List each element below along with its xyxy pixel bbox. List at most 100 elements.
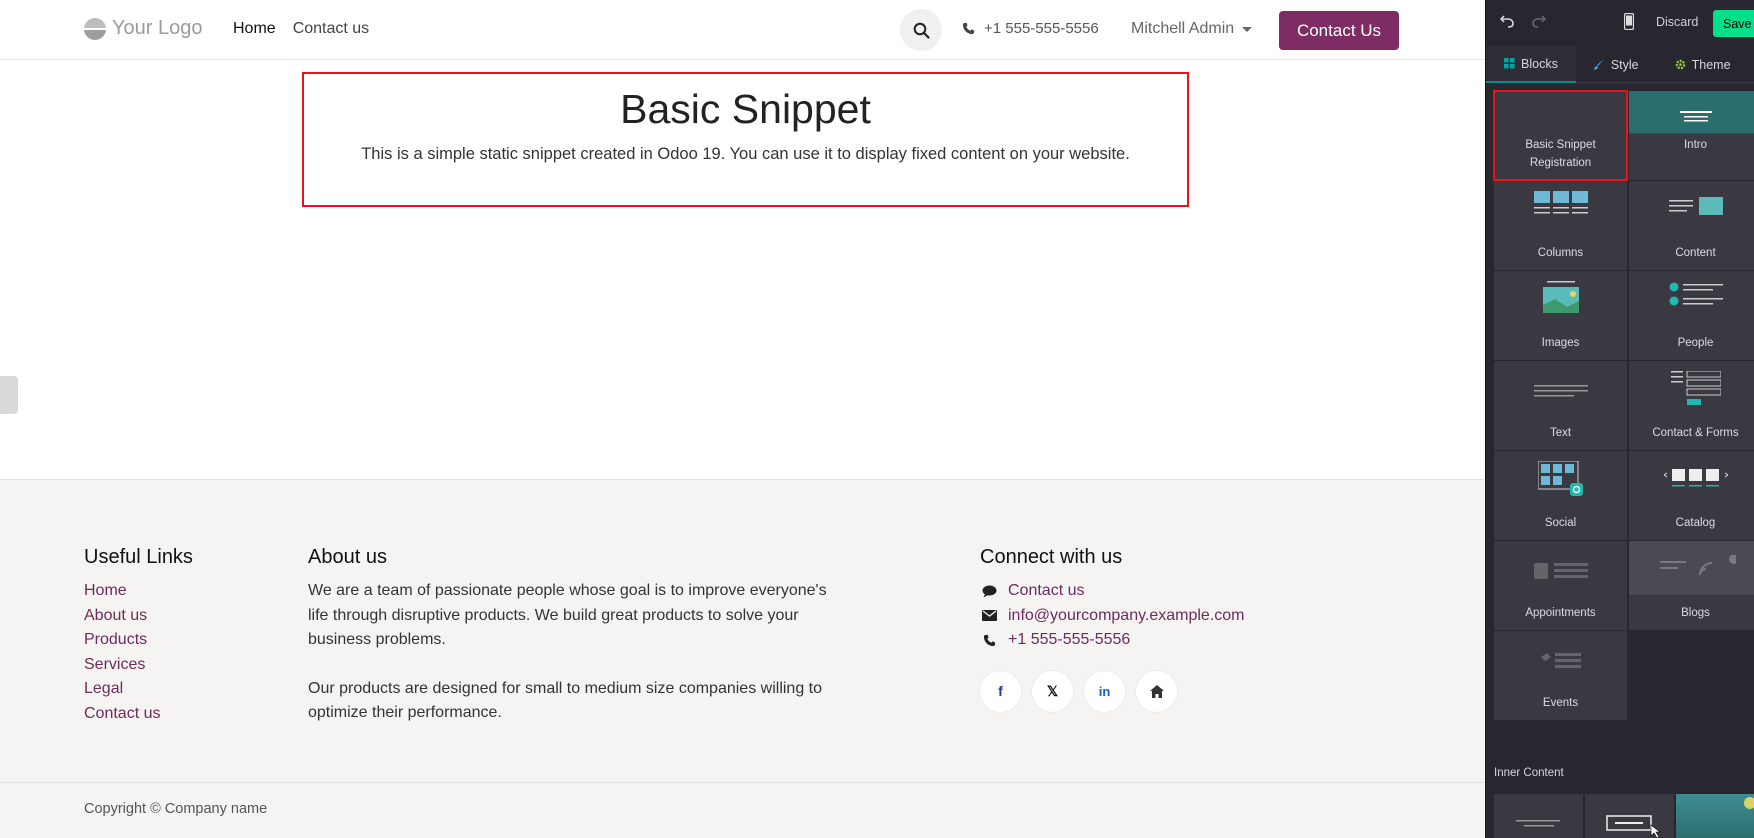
site-header: Your Logo Home Contact us +1 555-555-555… [0,0,1484,60]
inner-block-image[interactable] [1676,794,1754,838]
footer-divider [0,782,1484,783]
block-events[interactable]: Events [1494,631,1627,720]
nav-contact-us[interactable]: Contact us [293,20,369,38]
footer-about: About us We are a team of passionate peo… [308,546,848,726]
social-thumbnail-icon [1494,461,1627,497]
side-toggle-tab[interactable] [0,376,18,414]
block-label: Catalog [1675,517,1716,529]
website-preview: Your Logo Home Contact us +1 555-555-555… [0,0,1484,838]
block-intro[interactable]: Intro [1629,91,1754,180]
useful-links-heading: Useful Links [84,546,193,568]
connect-phone-row: +1 555-555-5556 [980,628,1245,653]
social-links: f 𝕏 in [980,670,1245,712]
comment-icon [980,585,998,598]
tab-blocks[interactable]: Blocks [1486,46,1576,83]
connect-phone-link[interactable]: +1 555-555-5556 [1008,631,1130,649]
facebook-icon[interactable]: f [980,670,1021,712]
block-people[interactable]: People [1629,271,1754,360]
block-blogs[interactable]: Blogs [1629,541,1754,630]
text-thumbnail-icon [1494,385,1627,399]
footer-link-legal[interactable]: Legal [84,677,193,702]
block-label: Images [1541,337,1580,349]
block-columns[interactable]: Columns [1494,181,1627,270]
block-label: Text [1549,427,1572,439]
tab-style[interactable]: Style [1576,46,1657,83]
envelope-icon [980,610,998,622]
editor-toolbar: Discard Save [1486,0,1754,46]
block-contact-forms[interactable]: Contact & Forms [1629,361,1754,450]
tab-theme[interactable]: Theme [1657,46,1749,83]
phone-icon [980,634,998,647]
block-label: Intro [1683,139,1707,151]
site-logo[interactable]: Your Logo [84,17,202,40]
editor-tabs: Blocks Style Theme [1486,46,1754,83]
discard-button[interactable]: Discard [1656,15,1698,29]
footer-useful-links: Useful Links Home About us Products Serv… [84,546,193,726]
user-menu[interactable]: Mitchell Admin [1131,20,1253,38]
inner-block-button[interactable] [1585,794,1674,838]
block-appointments[interactable]: Appointments [1494,541,1627,630]
header-phone[interactable]: +1 555-555-5556 [962,20,1099,37]
inner-content-row [1494,794,1754,838]
footer-connect: Connect with us Contact us info@yourcomp… [980,546,1245,712]
home-icon[interactable] [1136,670,1177,712]
block-content[interactable]: Content [1629,181,1754,270]
footer-link-services[interactable]: Services [84,653,193,678]
undo-icon[interactable] [1499,13,1514,32]
block-label: People [1677,337,1714,349]
footer-link-home[interactable]: Home [84,579,193,604]
block-basic-snippet-registration[interactable]: Basic Snippet Registration [1493,90,1628,181]
inner-block-text[interactable] [1494,794,1583,838]
block-images[interactable]: Images [1494,271,1627,360]
snippet-body: This is a simple static snippet created … [361,145,1130,163]
brush-icon [1593,59,1604,70]
footer-link-about[interactable]: About us [84,604,193,629]
block-catalog[interactable]: Catalog [1629,451,1754,540]
block-label: Columns [1537,247,1584,259]
nav-home[interactable]: Home [233,20,276,38]
tab-style-label: Style [1610,57,1639,72]
site-footer: Useful Links Home About us Products Serv… [0,479,1484,838]
save-button[interactable]: Save [1713,10,1754,37]
block-label: Events [1542,697,1579,709]
logo-text: Your Logo [112,17,203,39]
block-social[interactable]: Social [1494,451,1627,540]
footer-link-products[interactable]: Products [84,628,193,653]
connect-contact-row: Contact us [980,579,1245,604]
mobile-preview-icon[interactable] [1623,12,1635,34]
logo-icon [84,17,106,40]
catalog-thumbnail-icon [1629,467,1754,491]
about-paragraph-2: Our products are designed for small to m… [308,679,823,722]
block-label: Blogs [1681,607,1710,619]
intro-thumbnail-icon [1629,111,1754,125]
search-icon [913,22,930,39]
connect-email-link[interactable]: info@yourcompany.example.com [1008,607,1245,625]
footer-link-contact[interactable]: Contact us [84,702,193,727]
phone-icon [962,22,975,35]
redo-icon[interactable] [1532,13,1547,32]
x-icon[interactable]: 𝕏 [1032,670,1073,712]
events-thumbnail-icon [1494,651,1627,669]
about-paragraph-1: We are a team of passionate people whose… [308,582,827,648]
main-nav: Home Contact us [233,20,369,38]
about-heading: About us [308,546,387,568]
linkedin-icon[interactable]: in [1084,670,1125,712]
text-lines-icon [1516,820,1560,827]
search-button[interactable] [900,9,942,51]
editor-panel: Discard Save Blocks Style Theme Basic Sn… [1485,0,1754,838]
columns-thumbnail-icon [1494,191,1627,221]
copyright-text: Copyright © Company name [84,801,268,817]
chevron-down-icon [1242,26,1253,32]
block-text[interactable]: Text [1494,361,1627,450]
contact-us-button[interactable]: Contact Us [1279,11,1399,50]
basic-snippet-block[interactable]: Basic Snippet This is a simple static sn… [302,72,1189,207]
gear-icon [1675,59,1685,70]
block-label: Social [1544,517,1577,529]
block-label: Appointments [1525,607,1596,619]
tab-blocks-label: Blocks [1521,56,1558,71]
image-thumbnail-icon [1744,797,1754,809]
people-thumbnail-icon [1629,281,1754,311]
connect-contact-link[interactable]: Contact us [1008,582,1084,600]
blocks-grid: Basic Snippet Registration Intro Columns… [1493,90,1754,720]
header-phone-number: +1 555-555-5556 [984,20,1099,37]
